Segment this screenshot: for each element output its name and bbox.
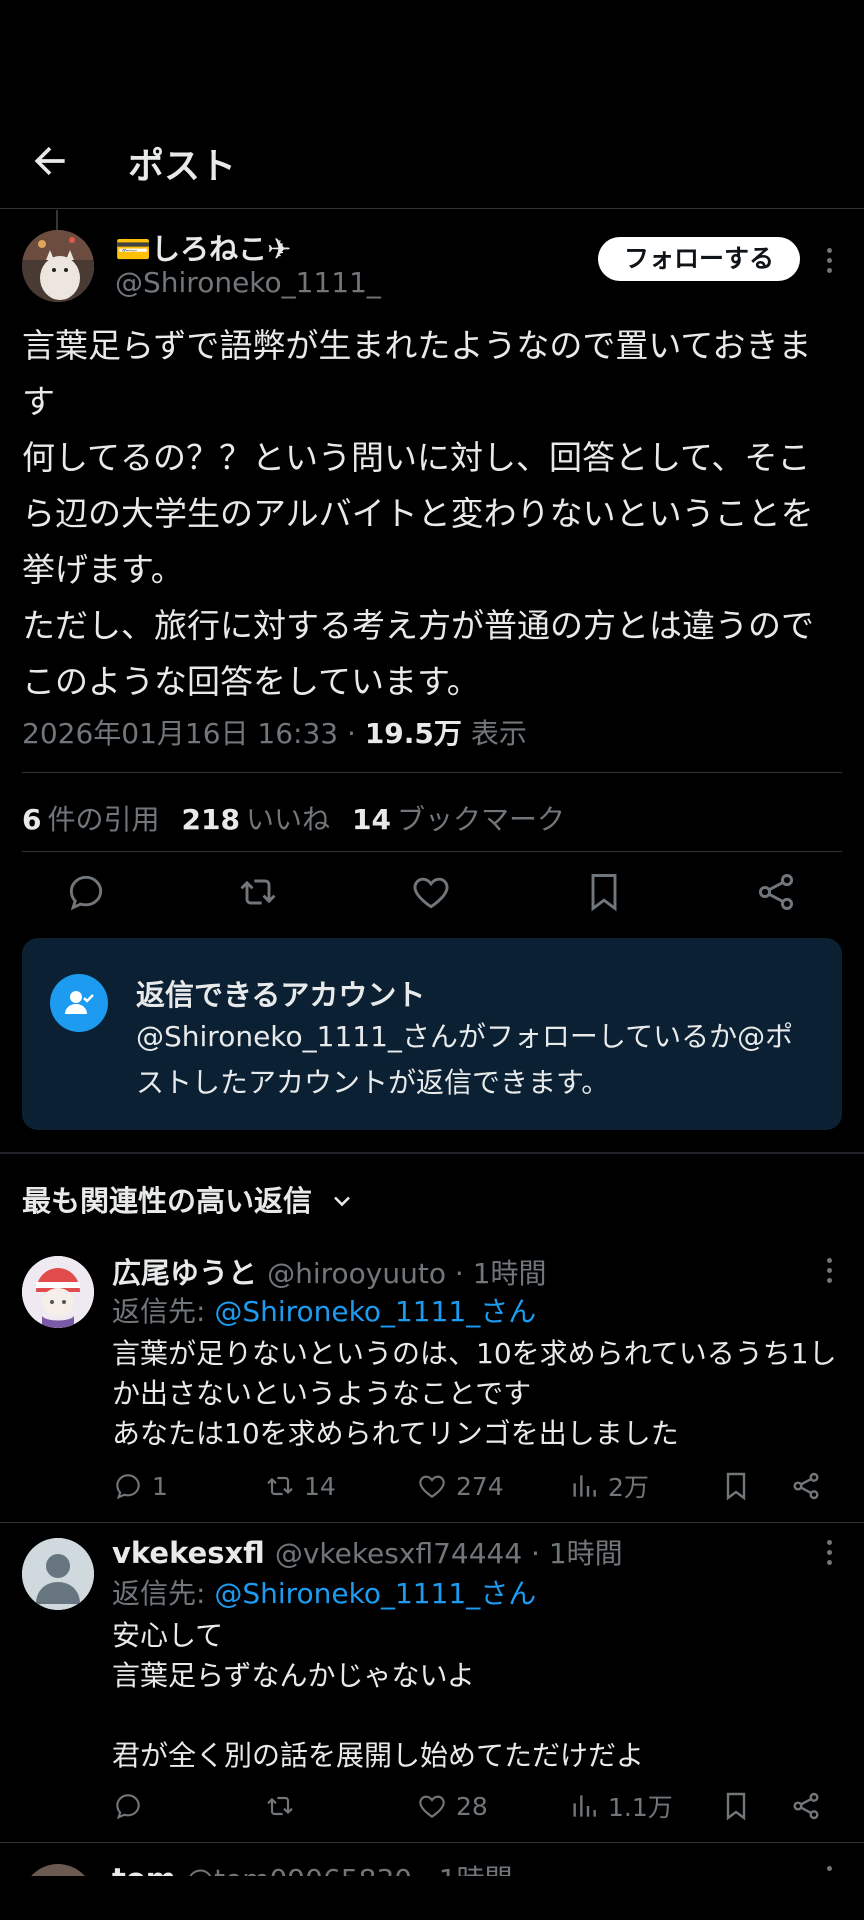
reply-icon[interactable] (64, 870, 108, 914)
reply-to-link[interactable]: @Shironeko_1111_さん (214, 1295, 536, 1328)
views-button[interactable]: 1.1万 (568, 1786, 673, 1826)
retweet-icon (267, 1476, 293, 1496)
like-button[interactable]: 274 (416, 1466, 504, 1506)
reply-author[interactable]: tom @tom09065830 · 1時間 (112, 1858, 513, 1876)
thread-line (56, 210, 58, 230)
bookmark-icon[interactable] (720, 1786, 752, 1826)
bookmarks-stat[interactable]: 14 ブックマーク (352, 798, 565, 838)
reply-avatar[interactable] (22, 1256, 94, 1328)
author-name[interactable]: 💳しろねこ✈ (115, 226, 291, 268)
reply-to-link[interactable]: @Shironeko_1111_さん (214, 1577, 536, 1610)
reply-button[interactable] (112, 1786, 152, 1826)
share-icon[interactable] (790, 1786, 822, 1826)
more-options-icon[interactable] (817, 1858, 841, 1876)
replies-sort-dropdown[interactable]: 最も関連性の高い返信 (22, 1178, 356, 1220)
divider (0, 1152, 864, 1154)
reply-item[interactable]: tom @tom09065830 · 1時間 (0, 1846, 864, 1876)
retweet-icon (267, 1796, 293, 1816)
reply-handle: @vkekesxfl74444 (274, 1537, 523, 1570)
bookmark-icon[interactable] (582, 870, 626, 914)
reply-author[interactable]: 広尾ゆうと @hirooyuuto · 1時間 (112, 1250, 547, 1292)
post-text: 言葉足らずで語弊が生まれたようなので置いておきます 何してるの？？という問いに対… (22, 326, 814, 701)
replies-sort-label: 最も関連性の高い返信 (22, 1184, 313, 1218)
divider (22, 772, 842, 773)
top-bar: ポスト (0, 125, 864, 209)
post-meta: 2026年01月16日 16:33 · 19.5万 表示 (22, 712, 527, 752)
share-icon[interactable] (790, 1466, 822, 1506)
more-options-icon[interactable] (817, 1250, 841, 1290)
meta-separator: · (347, 717, 365, 750)
reply-restriction-description: @Shironeko_1111_さんがフォローしているか@ポストしたアカウントが… (136, 1020, 794, 1099)
reply-time: 1時間 (472, 1257, 547, 1290)
reply-time: 1時間 (439, 1863, 513, 1876)
heart-icon[interactable] (409, 870, 453, 914)
user-check-icon (50, 974, 108, 1032)
post-timestamp[interactable]: 2026年01月16日 16:33 (22, 717, 338, 750)
reply-author[interactable]: vkekesxfl @vkekesxfl74444 · 1時間 (112, 1532, 623, 1572)
quotes-stat[interactable]: 6 件の引用 (22, 798, 160, 838)
reply-handle: @tom09065830 (186, 1863, 412, 1876)
share-icon[interactable] (754, 870, 798, 914)
like-button[interactable]: 28 (416, 1786, 488, 1826)
retweet-button[interactable]: 14 (264, 1466, 336, 1506)
reply-handle: @hirooyuuto (267, 1257, 446, 1290)
bookmark-icon[interactable] (720, 1466, 752, 1506)
retweet-button[interactable] (264, 1786, 304, 1826)
more-options-icon[interactable] (817, 1532, 841, 1572)
reply-restriction-title: 返信できるアカウント (136, 978, 426, 1012)
reply-action-bar: 28 1.1万 (0, 1786, 864, 1826)
more-options-icon[interactable] (817, 240, 841, 280)
follow-button[interactable]: フォローする (598, 237, 800, 281)
reply-text: 安心して 言葉足らずなんかじゃないよ 君が全く別の話を展開し始めてただけだよ (112, 1619, 645, 1772)
reply-avatar[interactable] (22, 1538, 94, 1610)
author-handle[interactable]: @Shironeko_1111_ (115, 266, 381, 299)
views-label: 表示 (470, 717, 527, 750)
reply-text: 言葉が足りないというのは、10を求められているうち1しか出さないというようなこと… (112, 1337, 837, 1450)
divider (22, 851, 842, 852)
retweet-icon[interactable] (236, 870, 280, 914)
reply-to: 返信先: @Shironeko_1111_さん (112, 1577, 537, 1610)
reply-icon (116, 1474, 140, 1500)
views-button[interactable]: 2万 (568, 1466, 649, 1506)
post-stats: 6 件の引用 218 いいね 14 ブックマーク (22, 798, 565, 838)
heart-icon (419, 1475, 445, 1498)
analytics-icon (573, 1795, 596, 1817)
reply-avatar[interactable] (22, 1864, 94, 1876)
reply-icon (116, 1794, 140, 1820)
analytics-icon (573, 1475, 596, 1497)
chevron-down-icon (334, 1196, 351, 1207)
heart-icon (419, 1795, 445, 1818)
page-title: ポスト (128, 146, 237, 187)
reply-button[interactable]: 1 (112, 1466, 168, 1506)
views-count: 19.5万 (364, 717, 462, 750)
author-avatar[interactable] (22, 230, 94, 302)
divider (0, 1522, 864, 1523)
post-action-bar (0, 870, 864, 940)
reply-to: 返信先: @Shironeko_1111_さん (112, 1295, 537, 1328)
reply-action-bar: 1 14 274 2万 (0, 1466, 864, 1506)
likes-stat[interactable]: 218 いいね (182, 798, 330, 838)
reply-time: 1時間 (548, 1537, 623, 1570)
reply-restriction-notice: 返信できるアカウント @Shironeko_1111_さんがフォローしているか@… (22, 938, 842, 1130)
divider (0, 1842, 864, 1843)
back-arrow-icon[interactable] (28, 139, 72, 183)
